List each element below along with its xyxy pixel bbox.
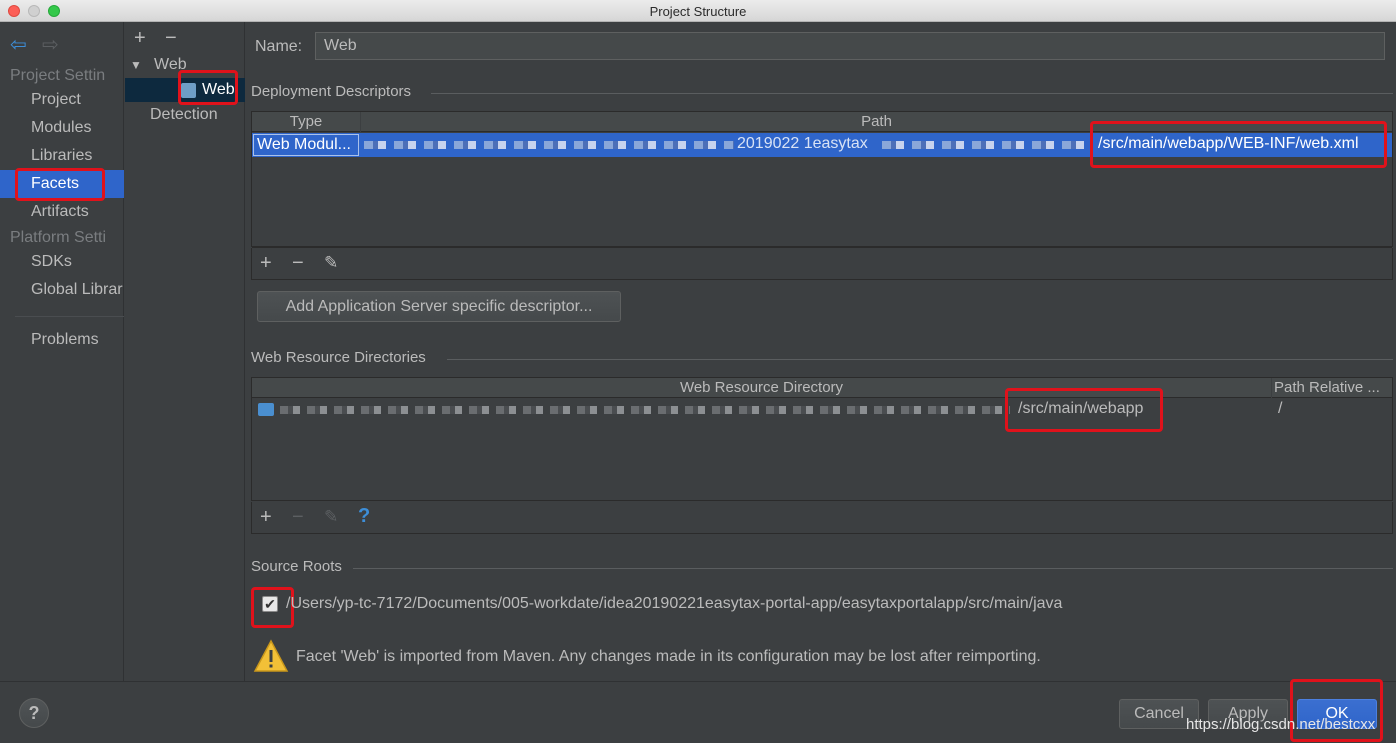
web-resource-directories-title: Web Resource Directories: [251, 349, 426, 366]
add-resource-icon[interactable]: +: [260, 507, 272, 527]
source-roots-title: Source Roots: [251, 558, 342, 575]
warning-icon: [253, 639, 289, 672]
section-rule: [447, 359, 1393, 360]
cell-type: Web Modul...: [253, 134, 359, 156]
column-header-path-relative[interactable]: Path Relative ...: [1272, 378, 1392, 398]
resource-toolbar: + − ✎ ?: [251, 502, 1393, 534]
deployment-toolbar: + − ✎: [251, 248, 1393, 280]
web-resource-table: Web Resource Directory Path Relative ...…: [251, 377, 1393, 501]
highlight-box: [1005, 388, 1163, 432]
title-bar: Project Structure: [0, 0, 1396, 22]
folder-icon: [258, 403, 274, 416]
deployment-descriptors-title: Deployment Descriptors: [251, 83, 412, 100]
expand-triangle-icon[interactable]: ▼: [130, 58, 142, 72]
nav-item-modules[interactable]: Modules: [0, 114, 124, 142]
nav-item-global-libraries[interactable]: Global Librar: [0, 276, 124, 304]
remove-facet-icon[interactable]: −: [165, 28, 177, 48]
cell-path-relative: /: [1278, 400, 1283, 417]
name-input[interactable]: Web: [315, 32, 1385, 60]
platform-settings-header: Platform Setti: [10, 229, 107, 246]
add-server-descriptor-button[interactable]: Add Application Server specific descript…: [257, 291, 621, 322]
watermark: https://blog.csdn.net/bestcxx: [1186, 716, 1376, 733]
remove-descriptor-icon[interactable]: −: [292, 253, 304, 273]
forward-arrow-icon[interactable]: ⇨: [42, 32, 59, 57]
dialog-footer: ? Cancel Apply OK https://blog.csdn.net/…: [0, 679, 1396, 743]
tree-detection[interactable]: Detection: [150, 106, 218, 124]
highlight-box: [1090, 121, 1387, 168]
column-header-type[interactable]: Type: [252, 112, 360, 132]
redacted-path-segment: [364, 141, 734, 149]
highlight-box: [15, 168, 105, 201]
source-root-path: /Users/yp-tc-7172/Documents/005-workdate…: [286, 595, 1063, 612]
add-facet-icon[interactable]: +: [134, 28, 146, 48]
edit-pencil-icon[interactable]: ✎: [324, 253, 338, 273]
back-arrow-icon[interactable]: ⇦: [10, 32, 27, 57]
nav-item-project[interactable]: Project: [0, 86, 124, 114]
table-row[interactable]: /src/main/webapp /: [252, 399, 1392, 421]
window-title: Project Structure: [649, 4, 747, 19]
nav-divider: [15, 316, 124, 317]
nav-item-artifacts[interactable]: Artifacts: [0, 198, 124, 226]
cell-path-partial: 2019022 1easytax: [737, 135, 868, 152]
help-button[interactable]: ?: [19, 698, 49, 728]
nav-item-problems[interactable]: Problems: [0, 326, 124, 354]
settings-nav: ⇦ ⇨ Project Settin Project Modules Libra…: [0, 22, 124, 681]
edit-pencil-icon[interactable]: ✎: [324, 507, 338, 527]
name-label: Name:: [255, 38, 303, 55]
redacted-path-segment: [882, 141, 1092, 149]
section-rule: [431, 93, 1393, 94]
nav-item-sdks[interactable]: SDKs: [0, 248, 124, 276]
highlight-box: [178, 70, 238, 105]
redacted-path-segment: [280, 406, 1010, 414]
project-settings-header: Project Settin: [10, 67, 106, 84]
nav-item-libraries[interactable]: Libraries: [0, 142, 124, 170]
facet-settings-panel: Name: Web Deployment Descriptors Type Pa…: [245, 22, 1396, 681]
add-descriptor-icon[interactable]: +: [260, 253, 272, 273]
help-question-icon[interactable]: ?: [358, 505, 370, 528]
section-rule: [353, 568, 1393, 569]
facet-tree-panel: + − ▼ Web Web Detection: [125, 22, 245, 681]
remove-resource-icon[interactable]: −: [292, 507, 304, 527]
maven-warning-text: Facet 'Web' is imported from Maven. Any …: [296, 648, 1041, 665]
